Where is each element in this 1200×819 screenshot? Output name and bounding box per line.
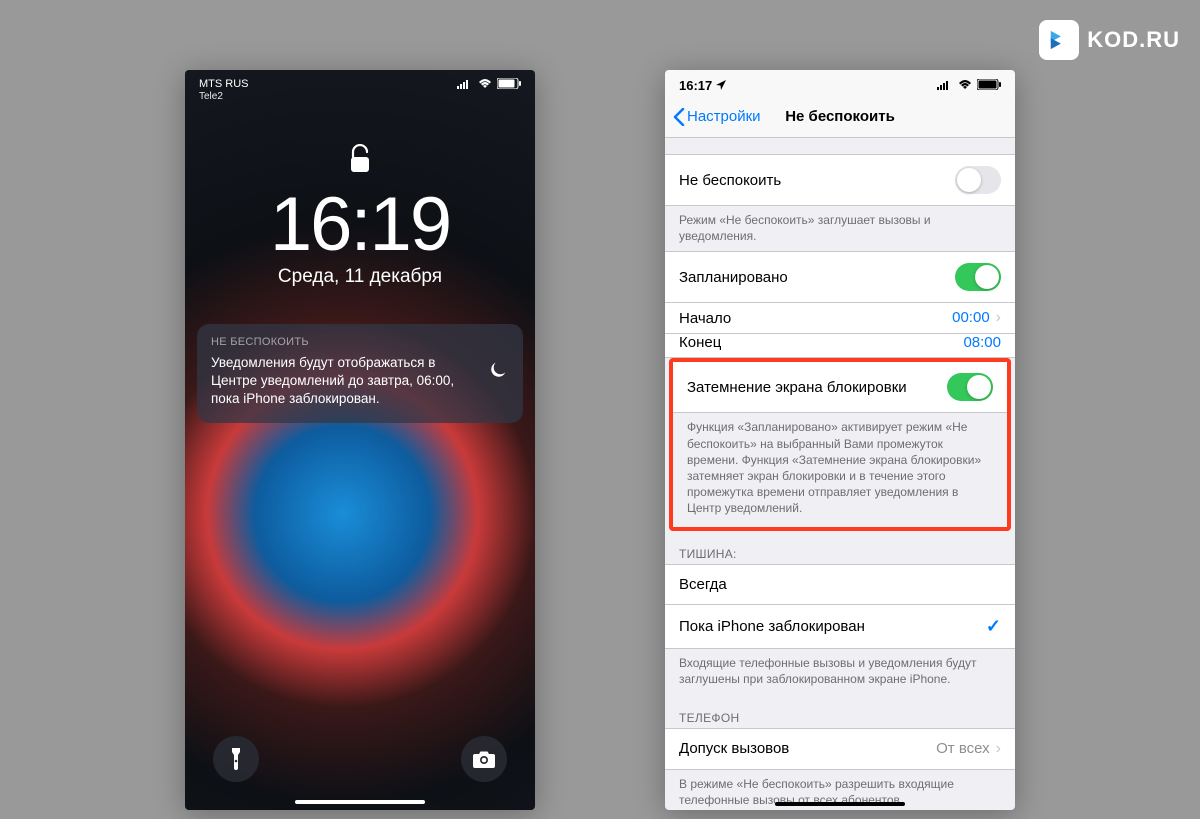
lock-screen: MTS RUS Tele2 16:19 Среда, 11 декабря НЕ… (185, 70, 535, 810)
status-bar: 16:17 (665, 70, 1015, 96)
chevron-right-icon: › (996, 740, 1001, 757)
dnd-toggle[interactable] (955, 166, 1001, 194)
settings-screen: 16:17 Настройки Не беспокоить Не беспоко… (665, 70, 1015, 810)
signal-icon (937, 78, 953, 93)
dnd-toggle-cell[interactable]: Не беспокоить (665, 154, 1015, 206)
signal-icon (457, 79, 473, 92)
carrier-2: Tele2 (199, 91, 249, 103)
notification-title: НЕ БЕСПОКОИТЬ (211, 336, 477, 348)
lock-time: 16:19 (185, 181, 535, 268)
chevron-right-icon: › (996, 309, 1001, 326)
highlight-box: Затемнение экрана блокировки Функция «За… (669, 358, 1011, 530)
silence-always-label: Всегда (679, 576, 727, 593)
wifi-icon (478, 79, 492, 92)
phone-header: ТЕЛЕФОН (665, 695, 1015, 729)
back-button[interactable]: Настройки (673, 108, 761, 126)
schedule-end-row[interactable]: Конец 08:00 (665, 334, 1015, 358)
moon-icon (487, 359, 509, 386)
silence-footer: Входящие телефонные вызовы и уведомления… (665, 649, 1015, 695)
kod-logo-icon (1039, 20, 1079, 60)
carrier-1: MTS RUS (199, 78, 249, 91)
battery-icon (497, 78, 521, 92)
nav-bar: Настройки Не беспокоить (665, 96, 1015, 138)
watermark-text: KOD.RU (1087, 27, 1180, 53)
dim-label: Затемнение экрана блокировки (687, 379, 907, 396)
battery-icon (977, 78, 1001, 93)
silence-header: ТИШИНА: (665, 531, 1015, 565)
flashlight-button[interactable] (213, 736, 259, 782)
watermark: KOD.RU (1039, 20, 1180, 60)
notification-body: Уведомления будут отображаться в Центре … (211, 354, 477, 409)
lock-date: Среда, 11 декабря (185, 266, 535, 288)
schedule-start-row[interactable]: Начало 00:00 › (665, 303, 1015, 334)
dnd-footer: Режим «Не беспокоить» заглушает вызовы и… (665, 206, 1015, 252)
scheduled-label: Запланировано (679, 269, 788, 286)
dnd-label: Не беспокоить (679, 172, 781, 189)
end-label: Конец (679, 334, 721, 351)
start-value: 00:00 (952, 309, 990, 326)
unlock-icon (185, 144, 535, 179)
home-indicator[interactable] (775, 802, 905, 806)
status-bar: MTS RUS Tele2 (185, 70, 535, 106)
location-icon (716, 78, 726, 93)
allow-calls-value: От всех (936, 740, 990, 757)
back-label: Настройки (687, 108, 761, 125)
camera-button[interactable] (461, 736, 507, 782)
silence-always-cell[interactable]: Всегда (665, 564, 1015, 605)
allow-calls-label: Допуск вызовов (679, 740, 789, 757)
start-label: Начало (679, 310, 731, 327)
allow-calls-cell[interactable]: Допуск вызовов От всех › (665, 728, 1015, 770)
home-indicator[interactable] (295, 800, 425, 804)
dim-lock-cell[interactable]: Затемнение экрана блокировки (673, 362, 1007, 413)
silence-locked-label: Пока iPhone заблокирован (679, 618, 865, 635)
status-time: 16:17 (679, 78, 712, 93)
check-icon: ✓ (986, 616, 1001, 637)
wifi-icon (958, 78, 972, 93)
page-title: Не беспокоить (785, 108, 895, 125)
end-value: 08:00 (963, 334, 1001, 351)
dnd-notification[interactable]: НЕ БЕСПОКОИТЬ Уведомления будут отобража… (197, 324, 523, 423)
silence-locked-cell[interactable]: Пока iPhone заблокирован ✓ (665, 604, 1015, 649)
dim-footer: Функция «Запланировано» активирует режим… (673, 413, 1007, 526)
dim-toggle[interactable] (947, 373, 993, 401)
scheduled-cell[interactable]: Запланировано (665, 251, 1015, 303)
scheduled-toggle[interactable] (955, 263, 1001, 291)
